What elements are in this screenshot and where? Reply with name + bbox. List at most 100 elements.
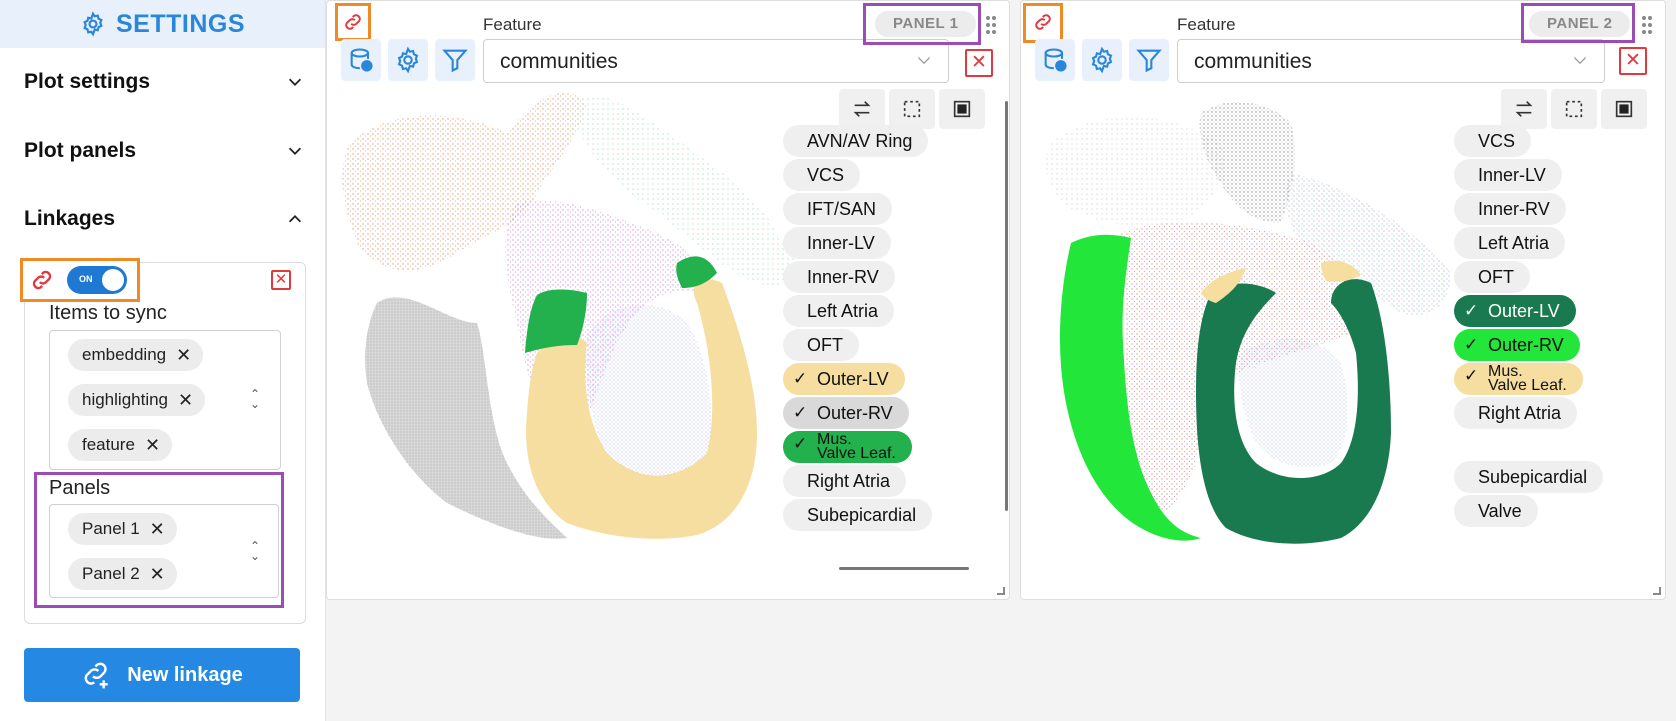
feature-value: communities <box>1194 50 1312 73</box>
legend-label: Left Atria <box>807 300 879 321</box>
legend-label: VCS <box>807 164 845 185</box>
resize-handle[interactable] <box>1653 587 1661 595</box>
legend-item[interactable]: ✓ Outer-LV <box>1454 295 1576 327</box>
close-panel-button[interactable]: ✕ <box>965 49 993 77</box>
filter-icon <box>1136 49 1162 73</box>
close-panel-button[interactable]: ✕ <box>1619 47 1647 75</box>
legend-item[interactable]: Valve <box>1454 495 1538 527</box>
legend-item[interactable]: ✓ Outer-LV <box>783 363 905 395</box>
legend-label: Inner-RV <box>1478 198 1550 219</box>
legend-label: Valve <box>1478 500 1522 521</box>
toggle-knob <box>102 269 124 291</box>
section-linkages[interactable]: Linkages <box>24 207 304 231</box>
panel-settings-button[interactable] <box>1082 39 1122 81</box>
chip-label: highlighting <box>82 390 169 409</box>
check-icon: ✓ <box>1464 366 1479 385</box>
panels-highlight-box <box>34 472 284 608</box>
legend-item[interactable]: IFT/SAN <box>783 193 893 225</box>
gear-icon <box>397 46 419 74</box>
legend-label: VCS <box>1478 130 1516 151</box>
check-icon: ✓ <box>1464 335 1479 354</box>
chevron-down-icon <box>288 147 302 155</box>
feature-select[interactable]: communities <box>483 39 949 83</box>
feature-select[interactable]: communities <box>1177 39 1605 83</box>
link-icon[interactable] <box>1032 11 1054 33</box>
legend-label: Subepicardial <box>1478 466 1588 487</box>
legend-item[interactable]: Inner-LV <box>783 227 891 259</box>
panel-settings-button[interactable] <box>388 39 428 81</box>
legend-label: Inner-LV <box>807 232 875 253</box>
legend-item[interactable]: Right Atria <box>783 465 907 497</box>
legend-item[interactable]: ✓ Outer-RV <box>783 397 909 429</box>
legend-item[interactable]: Subepicardial <box>1454 461 1604 493</box>
link-icon[interactable] <box>342 11 364 33</box>
gear-icon <box>83 11 103 37</box>
legend-label: Outer-RV <box>1488 334 1564 355</box>
remove-chip-icon[interactable]: ✕ <box>178 390 193 411</box>
embedding-scatter-plot[interactable] <box>1031 83 1501 583</box>
select-none-button[interactable] <box>1551 89 1597 129</box>
remove-chip-icon[interactable]: ✕ <box>176 345 191 366</box>
legend-item[interactable]: Inner-RV <box>783 261 895 293</box>
chevron-down-icon <box>1573 57 1587 65</box>
database-icon <box>1044 48 1067 72</box>
select-all-button[interactable] <box>939 89 985 129</box>
legend-h-scrollbar[interactable] <box>839 567 969 570</box>
legend-label: Mus. Valve Leaf. <box>817 431 896 462</box>
chip-embedding: embedding ✕ <box>68 339 204 371</box>
section-plot-settings[interactable]: Plot settings <box>24 70 304 94</box>
database-icon <box>350 48 373 72</box>
legend-item[interactable]: ✓ Mus. Valve Leaf. <box>1454 363 1583 395</box>
filter-button[interactable] <box>1129 39 1169 81</box>
legend-item[interactable]: Left Atria <box>1454 227 1566 259</box>
items-to-sync-select[interactable]: embedding ✕ highlighting ✕ feature ✕ ⌃ ⌄ <box>49 330 281 470</box>
legend-item[interactable]: Inner-LV <box>1454 159 1562 191</box>
dataset-button[interactable] <box>341 39 381 81</box>
swap-button[interactable] <box>1501 89 1547 129</box>
feature-label: Feature <box>1177 15 1236 34</box>
legend-item[interactable]: OFT <box>1454 261 1530 293</box>
legend-item[interactable]: AVN/AV Ring <box>783 125 929 157</box>
feature-value: communities <box>500 50 618 73</box>
legend-label: AVN/AV Ring <box>807 130 913 151</box>
legend-label: IFT/SAN <box>807 198 877 219</box>
swap-button[interactable] <box>839 89 885 129</box>
legend-item[interactable]: Subepicardial <box>783 499 933 531</box>
legend-label: OFT <box>1478 266 1514 287</box>
legend-label: Outer-LV <box>1488 300 1560 321</box>
legend-item[interactable]: ✓ Outer-RV <box>1454 329 1580 361</box>
drag-handle-icon[interactable] <box>1641 15 1653 35</box>
legend-label: Right Atria <box>1478 402 1562 423</box>
legend-item[interactable]: Inner-RV <box>1454 193 1566 225</box>
legend-item[interactable]: Left Atria <box>783 295 895 327</box>
chip-label: embedding <box>82 345 167 364</box>
resize-handle[interactable] <box>997 587 1005 595</box>
select-none-button[interactable] <box>889 89 935 129</box>
panel-tag-highlight <box>863 3 981 45</box>
remove-chip-icon[interactable]: ✕ <box>145 435 160 456</box>
dataset-button[interactable] <box>1035 39 1075 81</box>
legend-label: Inner-LV <box>1478 164 1546 185</box>
legend-item[interactable]: VCS <box>1454 125 1532 157</box>
legend-item[interactable]: Right Atria <box>1454 397 1578 429</box>
filter-button[interactable] <box>435 39 475 81</box>
section-label: Plot settings <box>24 70 151 93</box>
legend-item[interactable]: OFT <box>783 329 859 361</box>
embedding-scatter-plot[interactable] <box>337 83 837 583</box>
remove-linkage-button[interactable]: ✕ <box>271 270 291 290</box>
check-icon: ✓ <box>793 369 808 388</box>
section-label: Plot panels <box>24 139 137 162</box>
add-link-icon <box>84 662 108 689</box>
swap-icon <box>1515 101 1533 117</box>
new-linkage-button[interactable]: New linkage <box>24 648 300 702</box>
legend-label: Right Atria <box>807 470 891 491</box>
legend-item[interactable]: VCS <box>783 159 861 191</box>
section-plot-panels[interactable]: Plot panels <box>24 139 304 163</box>
select-all-button[interactable] <box>1601 89 1647 129</box>
panel-2: Feature communities PANEL 2 ✕ VCS Inner-… <box>1020 0 1666 600</box>
legend-scrollbar[interactable] <box>1005 101 1008 511</box>
drag-handle-icon[interactable] <box>985 15 997 35</box>
linkage-toggle-row: ON <box>20 258 140 302</box>
legend-item[interactable]: ✓ Mus. Valve Leaf. <box>783 431 912 463</box>
linkage-on-toggle[interactable]: ON <box>67 266 127 294</box>
